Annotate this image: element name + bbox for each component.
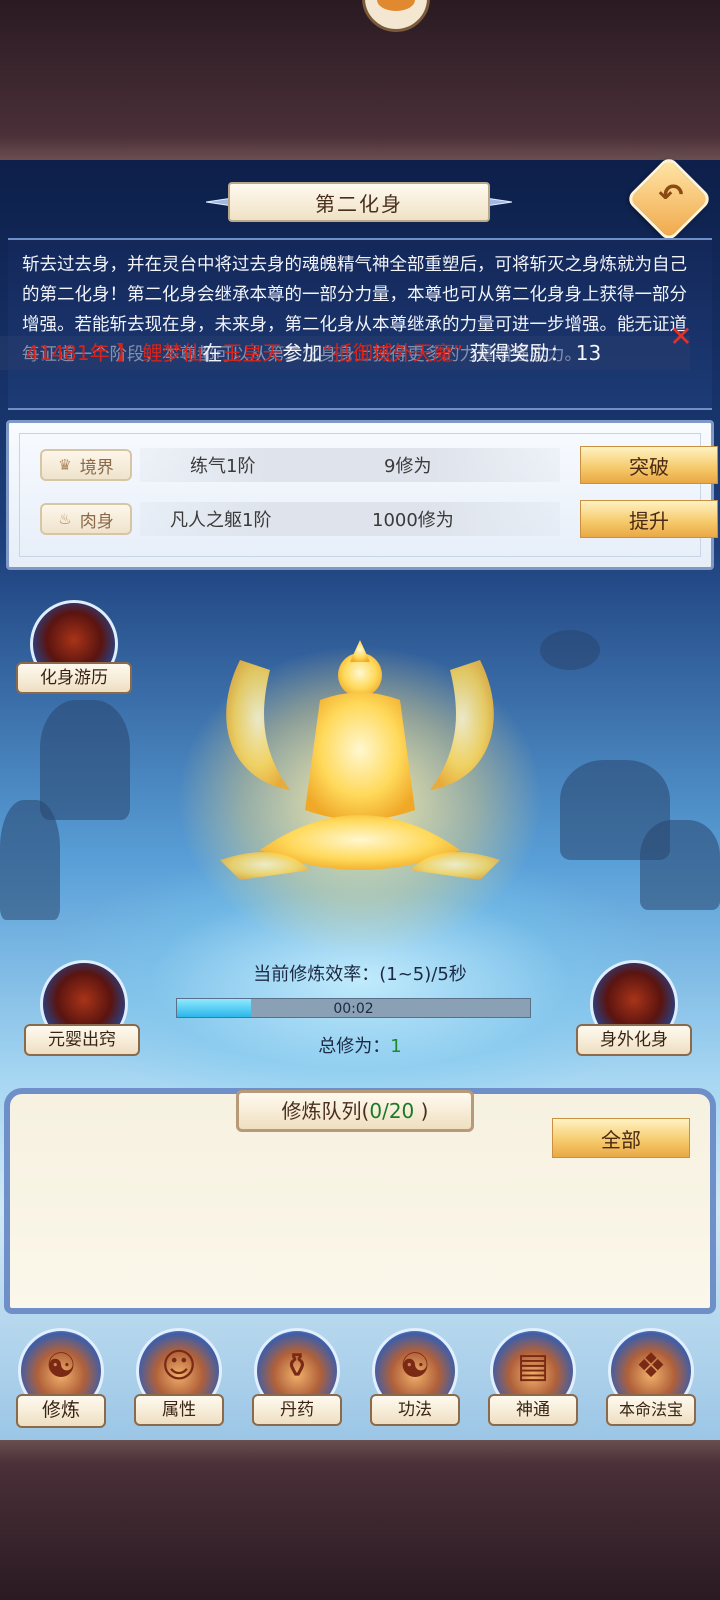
broadcast-text: 参加 [282,341,323,365]
realm-tag-label: 境界 [79,457,114,478]
nav-item-techniques[interactable]: ☯ 功法 [362,1328,466,1432]
cultivation-progress-bar: 00:02 [176,998,531,1018]
body-cost: 1000修为 [372,510,454,531]
mountain-decor [40,700,130,820]
nav-label: 属性 [134,1394,224,1426]
total-value: 1 [390,1036,402,1057]
queue-title-text: 修炼队列( [281,1099,370,1123]
stats-panel: ♛ 境界 练气1阶 9修为 突破 ♨ 肉身 凡人之躯1阶 1000修为 提升 [6,420,718,570]
breakthrough-button[interactable]: 突破 [580,446,718,484]
queue-all-button[interactable]: 全部 [552,1118,690,1158]
body-row: ♨ 肉身 凡人之躯1阶 1000修为 提升 [40,498,718,540]
nav-label: 修炼 [16,1394,106,1428]
total-cultivation: 总修为：1 [0,1032,720,1058]
body-tag-label: 肉身 [79,511,114,532]
queue-title: 修炼队列(0/20 ) [236,1090,474,1132]
floating-island-decor [540,630,600,670]
back-arrow-icon[interactable]: ↶ [655,180,687,212]
broadcast-bracket: 】 [115,341,136,365]
stats-inner: ♛ 境界 练气1阶 9修为 突破 ♨ 肉身 凡人之躯1阶 1000修为 提升 [19,433,718,557]
realm-cost: 9修为 [384,456,432,477]
mountain-decor [0,800,60,920]
scroll-glyph-icon: ☯ [399,1346,431,1386]
upgrade-button[interactable]: 提升 [580,500,718,538]
flame-icon: ♨ [58,510,72,528]
body-tag: ♨ 肉身 [40,503,132,535]
crown-icon: ♛ [58,456,72,474]
bottom-decor-bar [0,1440,720,1600]
bottom-nav: ☯ 修炼 ☺ 属性 ⚱ 丹药 ☯ 功法 ▤ 神通 ❖ 本命法宝 [0,1320,720,1438]
realm-tag: ♛ 境界 [40,449,132,481]
treasure-glyph-icon: ❖ [635,1346,667,1386]
nav-item-treasure[interactable]: ❖ 本命法宝 [598,1328,702,1432]
broadcast-place: 玉皇天 [222,341,283,365]
broadcast-reward: 13 [575,341,602,365]
nav-item-pills[interactable]: ⚱ 丹药 [244,1328,348,1432]
broadcast-text: 获得奖励： [469,341,570,365]
nav-item-abilities[interactable]: ▤ 神通 [480,1328,584,1432]
broadcast-year: 41481年 [26,341,110,365]
broadcast-event: “抵御域外天魔” [322,341,464,365]
queue-count: 0/20 [369,1099,415,1123]
broadcast-marquee: 41481年 】 鲤梦仙在玉皇天参加“抵御域外天魔” 获得奖励： 13 [0,336,690,370]
total-label: 总修为： [318,1036,391,1057]
top-decor-bar [0,0,720,160]
meditation-glyph-icon: ☯ [45,1346,77,1386]
nav-label: 本命法宝 [606,1394,696,1426]
cauldron-glyph-icon: ⚱ [282,1346,312,1386]
golden-avatar-figure[interactable] [200,620,520,920]
nav-item-attributes[interactable]: ☺ 属性 [126,1328,230,1432]
nav-label: 丹药 [252,1394,342,1426]
realm-row: ♛ 境界 练气1阶 9修为 突破 [40,444,718,486]
nav-item-cultivate[interactable]: ☯ 修炼 [8,1328,112,1432]
progress-timer: 00:02 [333,1001,374,1017]
broadcast-close-icon[interactable]: ✕ [666,322,696,352]
nav-label: 功法 [370,1394,460,1426]
avatar-travel-button[interactable]: 化身游历 [16,662,132,694]
page-title: 第二化身 [228,182,490,222]
broadcast-player: 鲤梦仙 [142,341,203,365]
cultivation-rate: 当前修炼效率：(1~5)/5秒 [253,964,467,985]
realm-level: 练气1阶 [190,456,256,477]
body-level: 凡人之躯1阶 [170,510,272,531]
nav-label: 神通 [488,1394,578,1426]
book-glyph-icon: ▤ [516,1346,550,1386]
description-panel: 斩去过去身，并在灵台中将过去身的魂魄精气神全部重塑后，可将斩灭之身炼就为自己的第… [8,238,712,410]
mountain-decor [640,820,720,910]
character-glyph-icon: ☺ [161,1346,197,1386]
broadcast-text: 在 [202,341,223,365]
queue-title-end: ) [414,1099,429,1123]
